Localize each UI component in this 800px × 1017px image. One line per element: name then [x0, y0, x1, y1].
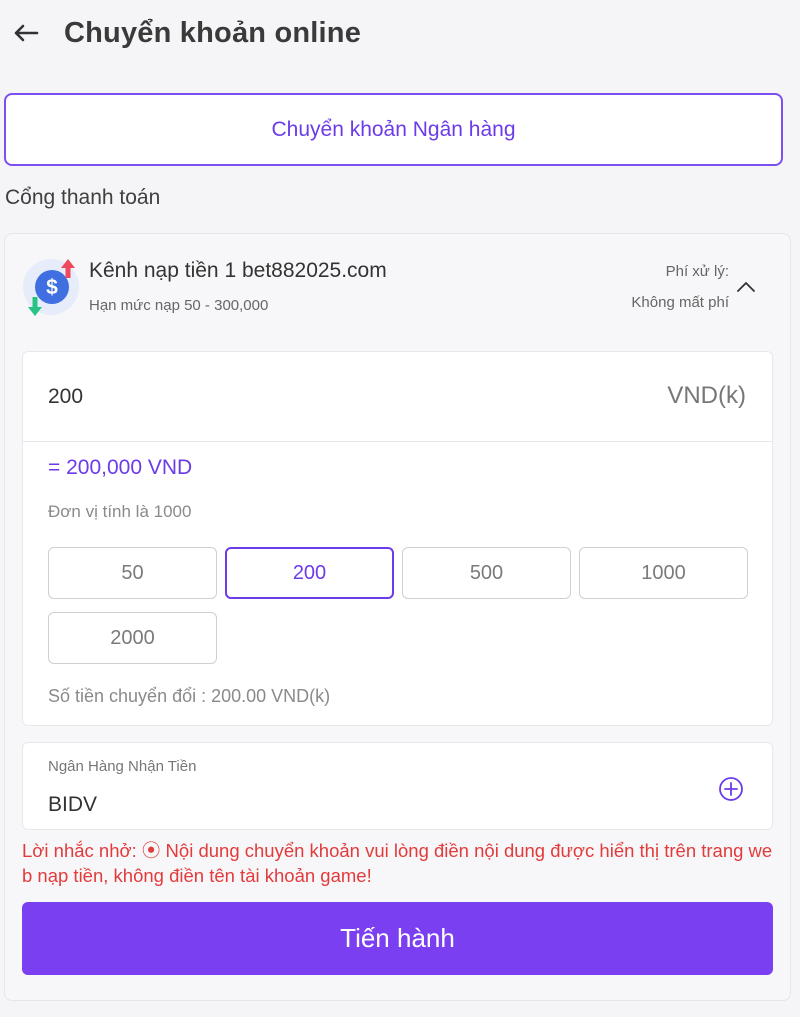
bank-value: BIDV — [48, 793, 98, 816]
receiving-bank-selector[interactable]: Ngân Hàng Nhận Tiền BIDV — [22, 742, 773, 830]
bank-label: Ngân Hàng Nhận Tiền — [48, 758, 197, 775]
fee-label: Phí xử lý: — [665, 263, 729, 280]
submit-button[interactable]: Tiến hành — [22, 902, 773, 975]
tab-bank-transfer[interactable]: Chuyển khoản Ngân hàng — [4, 93, 783, 166]
channel-limit: Hạn mức nạp 50 - 300,000 — [89, 297, 269, 314]
arrow-left-icon[interactable] — [12, 19, 40, 47]
page-title: Chuyển khoản online — [64, 16, 362, 49]
amount-chip[interactable]: 2000 — [48, 612, 217, 664]
tab-label: Chuyển khoản Ngân hàng — [271, 117, 516, 141]
chevron-up-icon[interactable] — [735, 276, 757, 298]
amount-input-row: VND(k) — [23, 352, 772, 442]
converted-amount: = 200,000 VND — [48, 456, 193, 479]
svg-text:$: $ — [46, 276, 58, 299]
dollar-coin-transfer-icon: $ — [22, 256, 82, 318]
channel-name: Kênh nạp tiền 1 bet882025.com — [89, 259, 387, 282]
amount-card: VND(k) = 200,000 VND Đơn vị tính là 1000… — [22, 351, 773, 726]
fee-value: Không mất phí — [631, 294, 729, 311]
reminder-text: Lời nhắc nhở: ⦿ Nội dung chuyển khoản vu… — [22, 840, 773, 886]
section-label: Cổng thanh toán — [5, 186, 161, 209]
header: Chuyển khoản online — [0, 0, 800, 66]
amount-chip[interactable]: 500 — [402, 547, 571, 599]
submit-label: Tiến hành — [340, 923, 455, 953]
plus-circle-icon[interactable] — [718, 776, 744, 802]
unit-label: VND(k) — [667, 382, 746, 409]
unit-note: Đơn vị tính là 1000 — [48, 502, 192, 521]
amount-chip[interactable]: 1000 — [579, 547, 748, 599]
amount-input[interactable] — [48, 380, 608, 414]
conversion-note: Số tiền chuyển đổi : 200.00 VND(k) — [48, 686, 331, 706]
amount-chip-selected[interactable]: 200 — [225, 547, 394, 599]
amount-chip[interactable]: 50 — [48, 547, 217, 599]
